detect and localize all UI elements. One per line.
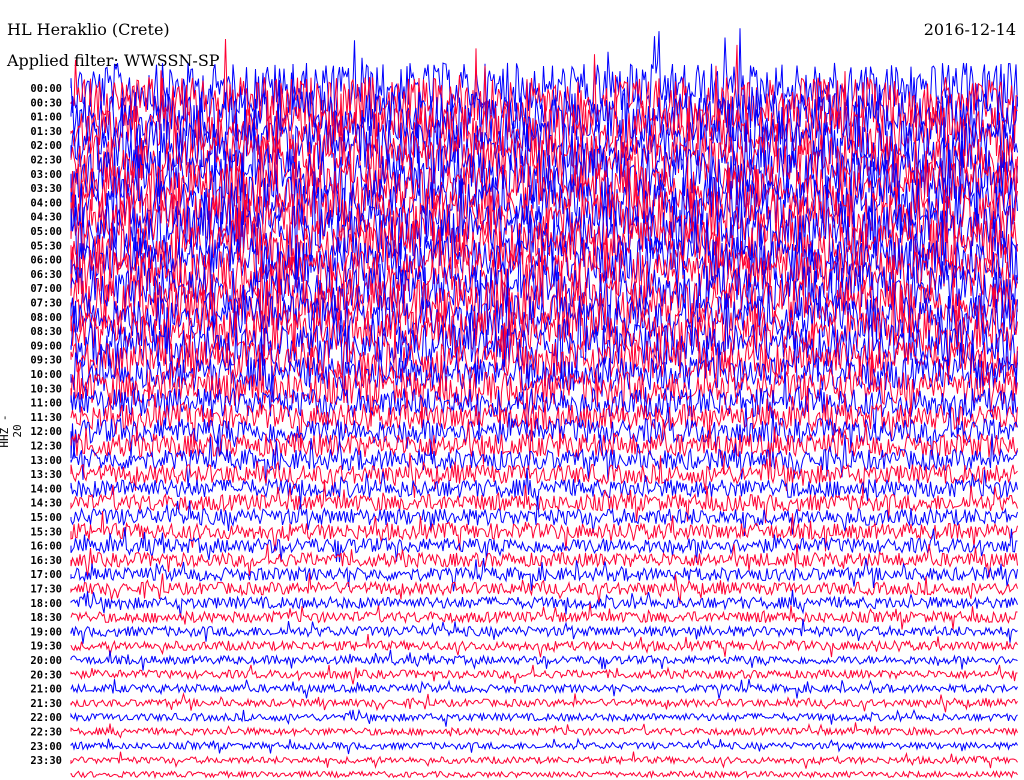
seismic-trace-2330 [70,751,1018,769]
seismic-trace-2030 [70,664,1018,685]
row-time-label: 18:00 [30,598,62,610]
row-time-label: 17:30 [30,584,62,596]
seismic-trace-2100 [70,679,1018,699]
row-time-label: 22:30 [30,727,62,739]
row-time-label: 23:00 [30,741,62,753]
row-time-label: 21:30 [30,698,62,710]
row-time-label: 19:00 [30,626,62,638]
row-time-label: 01:30 [30,126,62,138]
seismic-trace-2200 [70,708,1018,727]
row-time-label: 04:00 [30,197,62,209]
row-time-label: 18:30 [30,612,62,624]
row-time-label: 21:00 [30,684,62,696]
row-time-label: 19:30 [30,641,62,653]
seismic-trace-2230 [70,722,1018,739]
row-time-label: 11:00 [30,398,62,410]
row-time-label: 16:30 [30,555,62,567]
row-time-label: 07:30 [30,298,62,310]
seismic-trace-2000 [70,649,1018,671]
row-time-label: 03:30 [30,183,62,195]
row-time-label: 11:30 [30,412,62,424]
seismic-trace-2130 [70,691,1018,713]
row-time-label: 09:30 [30,355,62,367]
seismic-trace-1900 [70,618,1018,644]
row-time-label: 13:30 [30,469,62,481]
row-time-label: 13:00 [30,455,62,467]
row-time-label: 05:00 [30,226,62,238]
row-time-label: 16:00 [30,541,62,553]
row-time-label: 06:00 [30,255,62,267]
seismic-trace-2300 [70,737,1018,755]
row-time-label: 02:30 [30,155,62,167]
row-time-label: 08:30 [30,326,62,338]
row-time-label: 10:00 [30,369,62,381]
row-time-label: 09:00 [30,340,62,352]
row-time-label: 12:30 [30,441,62,453]
seismic-trace-1930 [70,633,1018,658]
row-time-label: 00:00 [30,83,62,95]
row-time-label: 07:00 [30,283,62,295]
row-time-label: 04:30 [30,212,62,224]
row-time-label: 17:00 [30,569,62,581]
seismic-trace-overflow [70,769,1018,780]
row-time-label: 00:30 [30,97,62,109]
row-time-label: 22:00 [30,712,62,724]
row-time-label: 20:00 [30,655,62,667]
helicorder-plot: 00:00 00:30 01:00 01:30 02:00 02:30 03:00 03:30… [30,28,1018,780]
row-time-label: 15:30 [30,526,62,538]
row-time-label: 20:30 [30,669,62,681]
row-time-label: 23:30 [30,755,62,767]
row-time-label: 12:00 [30,426,62,438]
row-time-label: 14:00 [30,483,62,495]
row-time-label: 15:00 [30,512,62,524]
row-time-label: 10:30 [30,383,62,395]
row-time-label: 02:00 [30,140,62,152]
row-time-label: 01:00 [30,112,62,124]
row-time-label: 06:30 [30,269,62,281]
row-time-label: 03:00 [30,169,62,181]
row-time-label: 05:30 [30,240,62,252]
row-time-label: 14:30 [30,498,62,510]
row-time-label: 08:00 [30,312,62,324]
